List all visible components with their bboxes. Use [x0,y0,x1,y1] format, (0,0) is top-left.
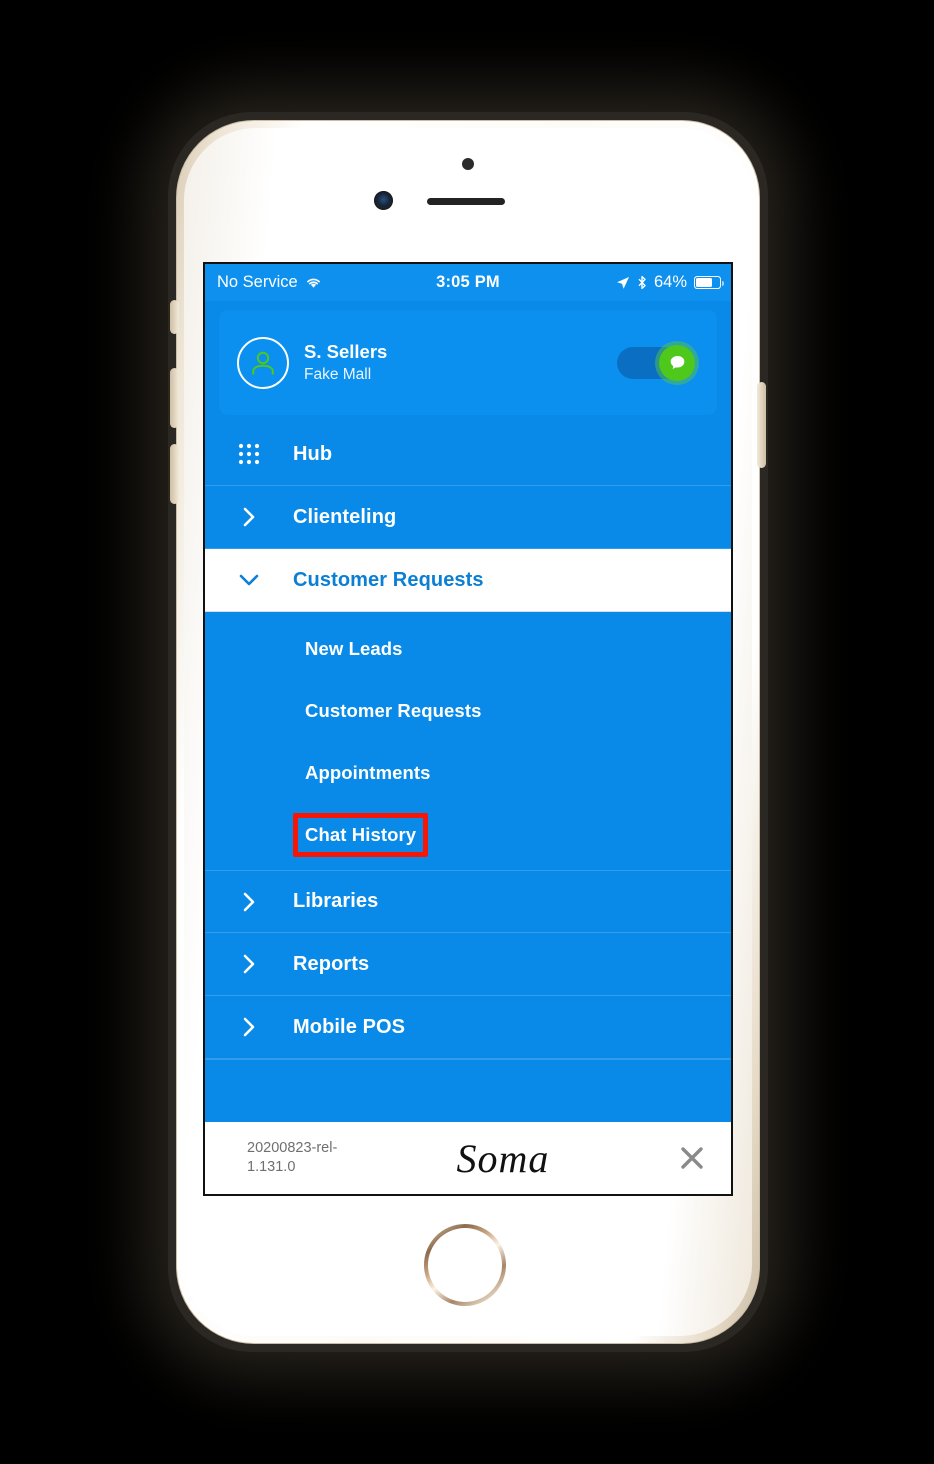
app-version-label: 20200823-rel- 1.131.0 [247,1139,355,1176]
submenu-item-label: Customer Requests [305,700,482,721]
brand-logo: Soma [456,1135,550,1181]
app-version-line2: 1.131.0 [247,1159,296,1175]
nav-item-libraries[interactable]: Libraries [205,870,731,933]
menu-empty-row [205,1059,731,1111]
user-avatar-icon [237,336,289,389]
nav-item-label: Mobile POS [293,1015,406,1038]
chat-bubble-icon [670,356,684,369]
volume-down-button[interactable] [170,444,179,504]
battery-percent-label: 64% [653,273,687,291]
front-camera-icon [374,191,393,210]
submenu-item-label: Appointments [305,762,431,783]
submenu-item-chat-history[interactable]: Chat History [205,804,731,866]
profile-store: Fake Mall [304,366,372,384]
chevron-right-icon [205,505,293,529]
submenu-item-customer-requests[interactable]: Customer Requests [205,680,731,742]
nav-item-reports[interactable]: Reports [205,933,731,996]
profile-card-container: S. Sellers Fake Mall [205,301,731,423]
bluetooth-icon [637,275,647,290]
home-button[interactable] [424,1224,506,1306]
power-button[interactable] [757,382,766,468]
chevron-right-icon [205,890,293,914]
nav-item-mobile-pos[interactable]: Mobile POS [205,996,731,1059]
close-x-icon[interactable] [675,1141,709,1175]
submenu-item-label: Chat History [305,824,417,845]
app-footer: 20200823-rel- 1.131.0 Soma [205,1122,731,1194]
battery-icon [694,276,725,289]
nav-item-label: Customer Requests [293,568,484,591]
nav-item-label: Libraries [293,890,379,912]
screenshot-stage: No Service 3:05 PM 64% S. Sellers Fake M… [0,0,934,1464]
profile-text-block: S. Sellers Fake Mall [304,340,387,385]
proximity-sensor-icon [462,158,474,170]
chevron-right-icon [205,952,293,976]
submenu-item-appointments[interactable]: Appointments [205,742,731,804]
location-arrow-icon [616,276,630,290]
mute-switch-button[interactable] [170,300,179,334]
submenu-item-label: New Leads [305,638,403,659]
grid-icon [205,442,293,466]
profile-card[interactable]: S. Sellers Fake Mall [219,310,717,415]
profile-name: S. Sellers [304,341,388,363]
toggle-knob [659,344,695,381]
nav-item-clienteling[interactable]: Clienteling [205,486,731,549]
app-version-line1: 20200823-rel- [247,1140,338,1157]
nav-item-customer-requests[interactable]: Customer Requests [205,549,731,612]
nav-item-hub[interactable]: Hub [205,423,731,486]
status-bar-right: 64% [616,273,725,292]
chat-availability-toggle[interactable] [617,340,699,385]
volume-up-button[interactable] [170,368,179,428]
phone-screen: No Service 3:05 PM 64% S. Sellers Fake M… [203,262,733,1196]
navigation-menu: Hub Clienteling Customer Requests New Le… [205,423,731,1111]
nav-item-label: Reports [293,952,370,975]
customer-requests-submenu: New Leads Customer Requests Appointments… [205,612,731,870]
nav-item-label: Clienteling [293,505,397,528]
earpiece-speaker [427,198,505,205]
submenu-item-new-leads[interactable]: New Leads [205,618,731,680]
nav-item-label: Hub [293,442,333,465]
chevron-right-icon [205,1015,293,1039]
status-bar: No Service 3:05 PM 64% [205,264,731,301]
chevron-down-icon [205,572,293,588]
